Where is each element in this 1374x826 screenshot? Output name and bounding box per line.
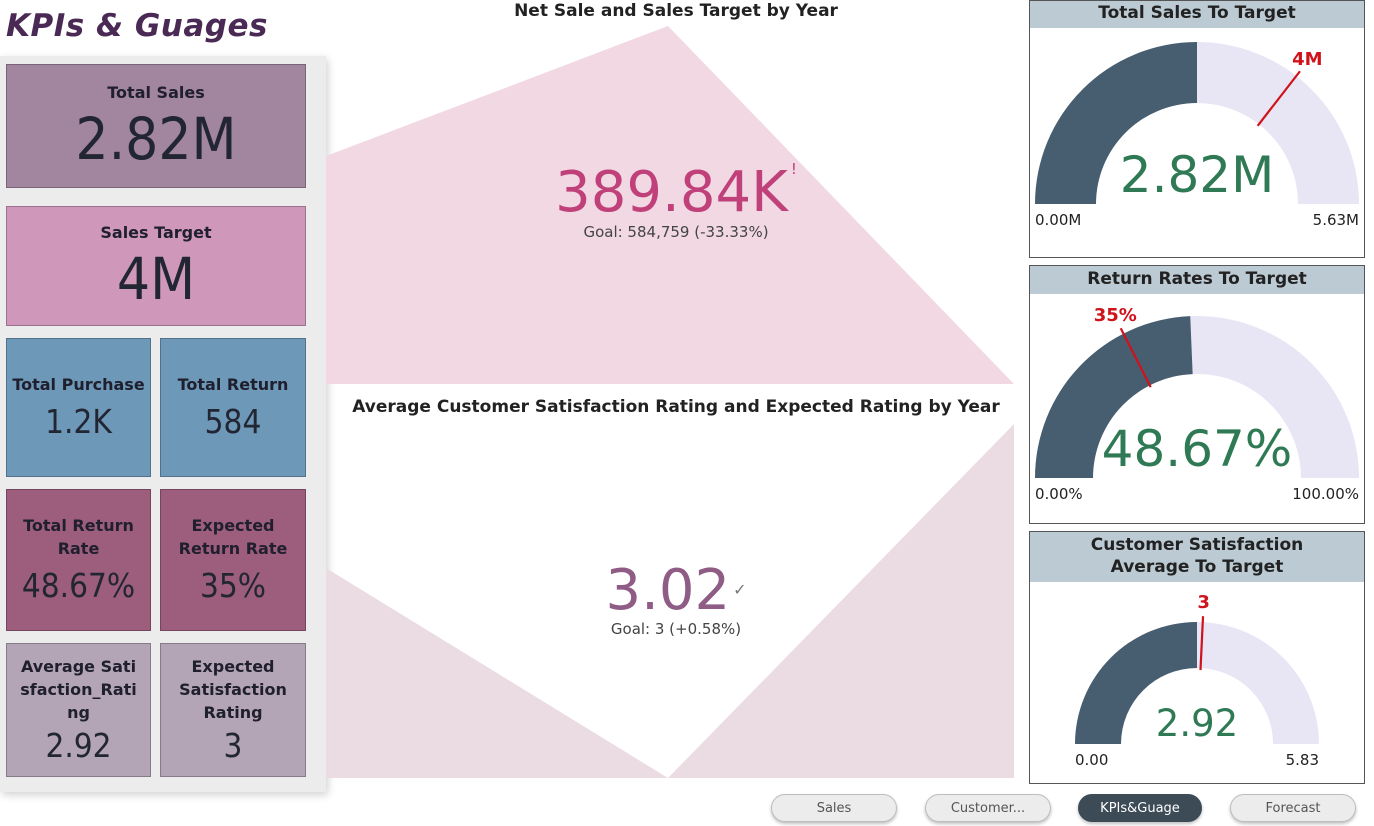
total-purchase-value: 1.2K xyxy=(45,402,112,441)
sales-kpi-title: Net Sale and Sales Target by Year xyxy=(514,1,838,21)
satisfaction-gauge-min: 0.00 xyxy=(1075,751,1108,769)
nav-sales-label: Sales xyxy=(816,800,852,816)
sales-gauge-chart: 4M 2.82M 0.00M 5.63M xyxy=(1035,42,1359,229)
sales-kpi-goal: Goal: 584,759 (-33.33%) xyxy=(583,223,769,241)
total-return-label: Total Return xyxy=(177,375,289,394)
kpi-cards-panel: Total Sales 2.82M Sales Target 4M Total … xyxy=(0,56,326,792)
nav-customer-label: Customer... xyxy=(950,800,1026,816)
page-title: KPIs & Guages xyxy=(6,8,268,44)
expected-return-rate-value: 35% xyxy=(200,566,266,605)
returns-gauge-min: 0.00% xyxy=(1035,485,1083,503)
sales-gauge-card[interactable]: Total Sales To Target 4M 2.82M 0.00M 5.63M xyxy=(1029,0,1365,258)
check-icon: ✓ xyxy=(733,580,747,599)
expected-satisfaction-label: Expected Satisfaction Rating xyxy=(179,656,287,722)
sales-gauge-title: Total Sales To Target xyxy=(1030,1,1364,28)
satisfaction-gauge-card[interactable]: Customer Satisfaction Average To Target … xyxy=(1029,531,1365,784)
sales-target-card[interactable]: Sales Target 4M xyxy=(6,206,306,326)
kpi-visuals-area: Net Sale and Sales Target by Year 389.84… xyxy=(326,0,1026,790)
nav-kpis-guage-button[interactable]: KPIs&Guage xyxy=(1078,794,1202,822)
returns-gauge-max: 100.00% xyxy=(1292,485,1359,503)
satisfaction-gauge-title: Customer Satisfaction Average To Target xyxy=(1030,532,1364,582)
returns-gauge-value: 48.67% xyxy=(1102,420,1293,478)
sales-target-label: 4M xyxy=(1292,49,1322,70)
total-sales-value: 2.82M xyxy=(75,104,237,173)
total-return-value: 584 xyxy=(204,402,262,441)
total-return-rate-card[interactable]: Total Return Rate 48.67% xyxy=(6,489,151,631)
satisfaction-kpi-value-row: 3.02 ✓ xyxy=(326,558,1026,623)
sales-gauge-min: 0.00M xyxy=(1035,211,1081,229)
sales-kpi-status-icon: ! xyxy=(790,160,797,178)
nav-forecast-label: Forecast xyxy=(1265,800,1321,816)
avg-satisfaction-value: 2.92 xyxy=(45,725,112,765)
returns-gauge-title: Return Rates To Target xyxy=(1030,266,1364,294)
returns-target-label: 35% xyxy=(1094,305,1137,326)
returns-gauge-card[interactable]: Return Rates To Target 35% 48.67% 0.00% 100… xyxy=(1029,265,1365,524)
kpi-background-shapes xyxy=(326,26,1014,778)
expected-satisfaction-card[interactable]: Expected Satisfaction Rating 3 xyxy=(160,643,306,777)
satisfaction-gauge-value: 2.92 xyxy=(1156,702,1238,745)
nav-kpis-guage-label: KPIs&Guage xyxy=(1100,800,1180,816)
expected-satisfaction-value: 3 xyxy=(223,725,243,765)
total-sales-card[interactable]: Total Sales 2.82M xyxy=(6,64,306,188)
total-return-card[interactable]: Total Return 584 xyxy=(160,338,306,477)
satisfaction-target-label: 3 xyxy=(1197,592,1210,613)
total-return-rate-label: Total Return Rate xyxy=(23,516,134,558)
returns-gauge-chart: 35% 48.67% 0.00% 100.00% xyxy=(1035,305,1359,503)
nav-sales-button[interactable]: Sales xyxy=(771,794,897,822)
sales-kpi-value: 389.84K xyxy=(555,160,788,225)
sales-target-value: 4M xyxy=(116,244,196,313)
total-purchase-card[interactable]: Total Purchase 1.2K xyxy=(6,338,151,477)
nav-forecast-button[interactable]: Forecast xyxy=(1230,794,1356,822)
expected-return-rate-card[interactable]: Expected Return Rate 35% xyxy=(160,489,306,631)
sales-kpi-value-row: 389.84K! xyxy=(326,160,1026,225)
satisfaction-gauge-max: 5.83 xyxy=(1286,751,1319,769)
expected-return-rate-label: Expected Return Rate xyxy=(178,516,288,558)
satisfaction-kpi-goal: Goal: 3 (+0.58%) xyxy=(610,620,742,638)
sales-gauge-max: 5.63M xyxy=(1313,211,1359,229)
sales-gauge-value: 2.82M xyxy=(1120,146,1274,204)
total-purchase-label: Total Purchase xyxy=(12,375,145,394)
satisfaction-kpi-value: 3.02 xyxy=(605,558,731,623)
avg-satisfaction-label: Average Satisfaction_Rating xyxy=(20,656,137,722)
avg-satisfaction-card[interactable]: Average Satisfaction_Rating 2.92 xyxy=(6,643,151,777)
total-sales-label: Total Sales xyxy=(107,82,205,102)
satisfaction-kpi-title: Average Customer Satisfaction Rating and… xyxy=(352,397,1000,417)
sales-target-label: Sales Target xyxy=(100,222,212,242)
nav-customer-button[interactable]: Customer... xyxy=(925,794,1051,822)
satisfaction-gauge-chart: 3 2.92 0.00 5.83 xyxy=(1075,592,1319,769)
total-return-rate-value: 48.67% xyxy=(21,566,136,605)
